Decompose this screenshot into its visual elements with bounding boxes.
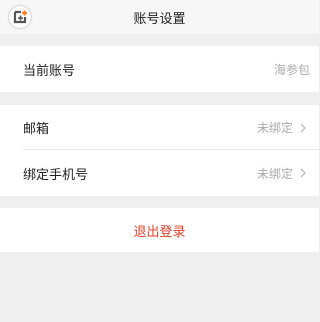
bind-phone-status: 未绑定 (256, 166, 293, 181)
email-status: 未绑定 (256, 121, 293, 135)
email-row[interactable]: 邮箱 未绑定 (0, 105, 319, 150)
bind-phone-label: 绑定手机号 (23, 167, 89, 183)
back-button[interactable] (9, 6, 31, 28)
logout-label: 退出登录 (133, 224, 186, 240)
current-account-value: 海参包 (273, 62, 310, 77)
back-icon (13, 10, 27, 24)
page-title: 账号设置 (133, 11, 186, 27)
chevron-right-icon (300, 123, 306, 132)
current-account-row: 当前账号 海参包 (0, 46, 319, 92)
logout-button[interactable]: 退出登录 (0, 208, 319, 252)
current-account-label: 当前账号 (23, 63, 76, 79)
chevron-right-icon (300, 168, 306, 178)
bind-phone-row[interactable]: 绑定手机号 未绑定 (0, 150, 319, 196)
email-label: 邮箱 (23, 122, 50, 137)
header-bar: 账号设置 (0, 0, 319, 34)
